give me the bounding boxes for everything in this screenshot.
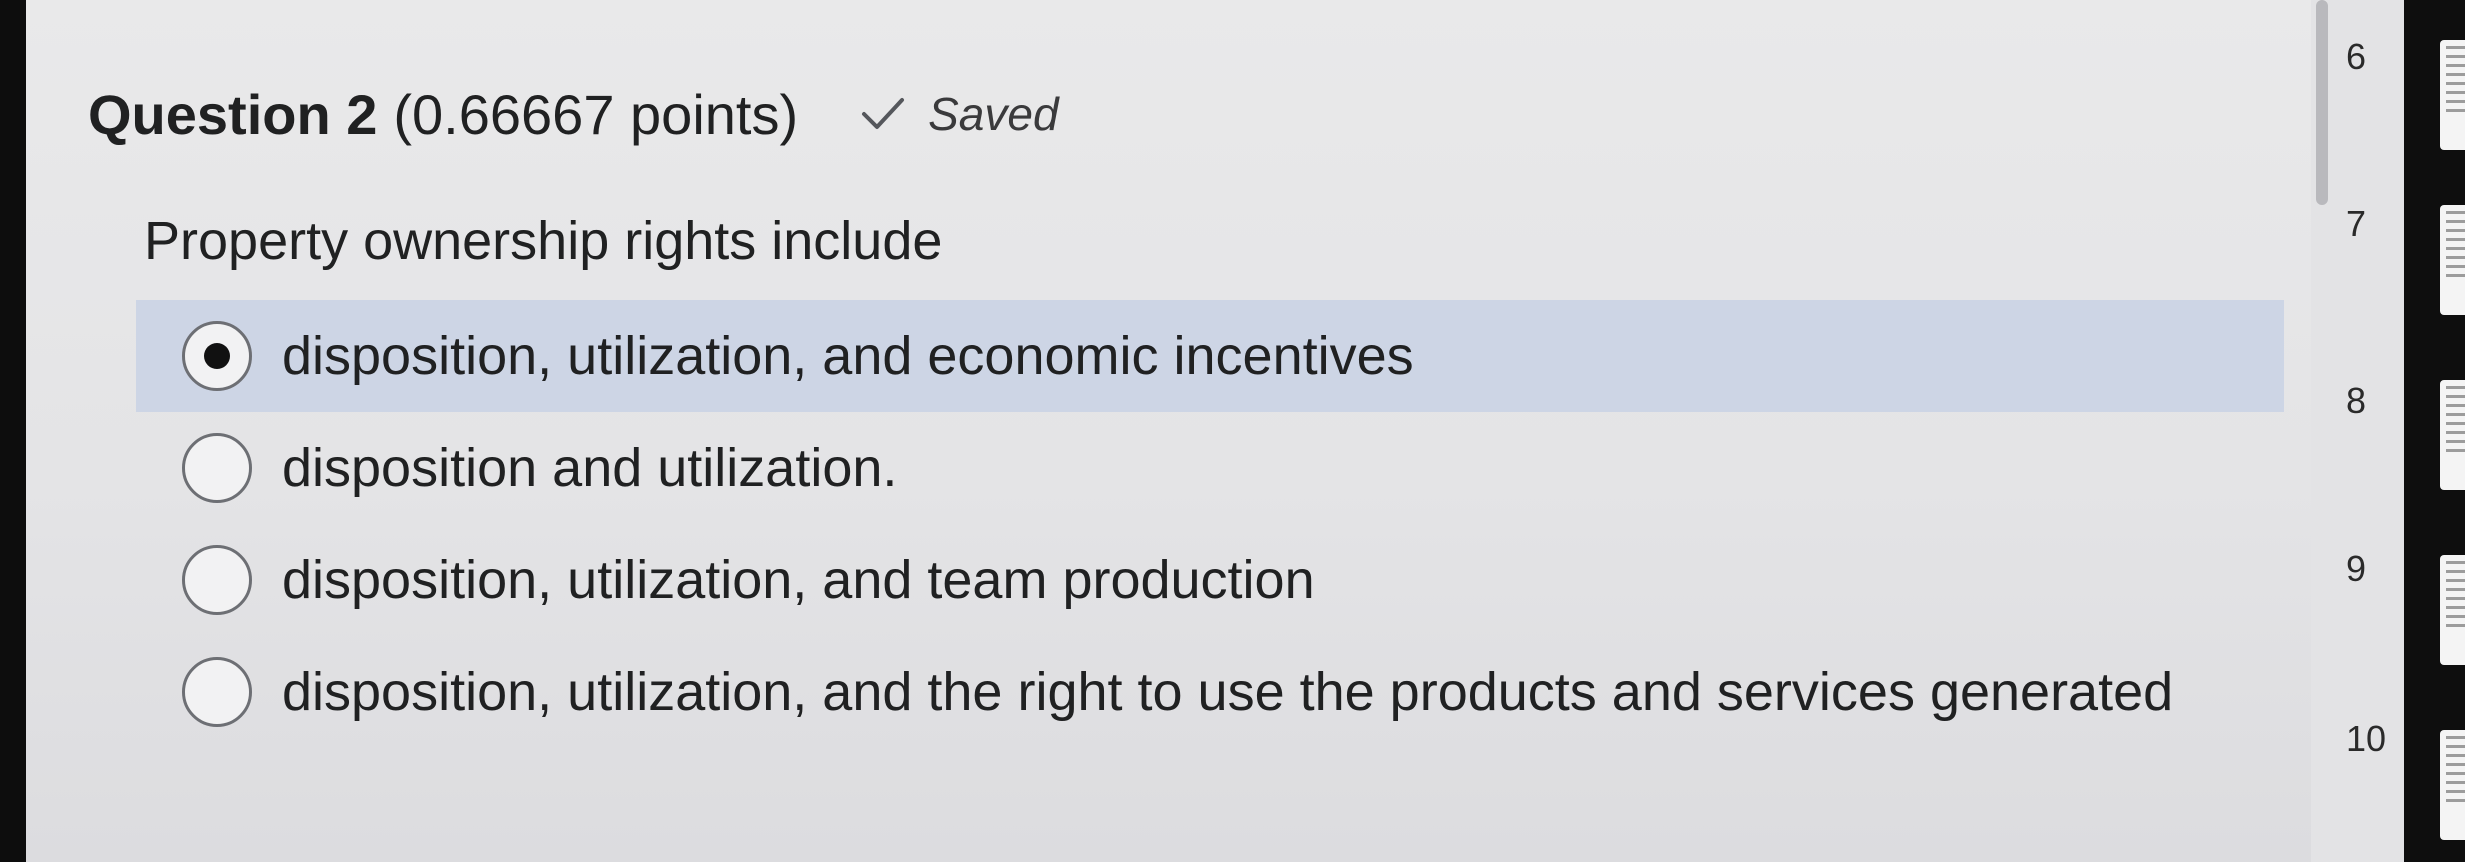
answer-option-label[interactable]: disposition, utilization, and team produ… (282, 549, 1315, 611)
checkmark-icon (862, 98, 905, 129)
question-title: Question 2 (88, 83, 378, 146)
answer-option-2[interactable]: disposition and utilization. (144, 412, 2284, 524)
question-text: Property ownership rights include (144, 211, 943, 271)
answer-option-3[interactable]: disposition, utilization, and team produ… (144, 524, 2284, 636)
question-nav-10[interactable]: 10 (2346, 718, 2386, 760)
answer-option-label[interactable]: disposition and utilization. (282, 437, 897, 499)
question-panel: Question 2 (0.66667 points) Saved Proper… (26, 0, 2311, 862)
radio-button-selected[interactable] (182, 321, 252, 391)
answer-option-4[interactable]: disposition, utilization, and the right … (144, 636, 2284, 748)
radio-dot (204, 343, 230, 369)
answer-option-1[interactable]: disposition, utilization, and economic i… (136, 300, 2284, 412)
answer-options: disposition, utilization, and economic i… (136, 300, 2284, 748)
question-points: (0.66667 points) (393, 83, 799, 146)
quiz-screen: Question 2 (0.66667 points) Saved Proper… (26, 0, 2465, 862)
scrollbar[interactable] (2316, 0, 2328, 205)
page-thumbnail[interactable] (2440, 380, 2465, 490)
page-thumbnail[interactable] (2440, 205, 2465, 315)
answer-option-label[interactable]: disposition, utilization, and economic i… (282, 325, 1414, 387)
radio-button[interactable] (182, 545, 252, 615)
answer-option-label[interactable]: disposition, utilization, and the right … (282, 661, 2173, 723)
page-thumbnail[interactable] (2440, 40, 2465, 150)
question-nav-6[interactable]: 6 (2346, 36, 2366, 78)
question-nav-8[interactable]: 8 (2346, 380, 2366, 422)
question-header: Question 2 (0.66667 points) Saved (88, 82, 1059, 147)
question-nav-9[interactable]: 9 (2346, 548, 2366, 590)
question-nav-7[interactable]: 7 (2346, 203, 2366, 245)
page-thumbnail[interactable] (2440, 555, 2465, 665)
radio-button[interactable] (182, 657, 252, 727)
page-thumbnail[interactable] (2440, 730, 2465, 840)
radio-button[interactable] (182, 433, 252, 503)
saved-label: Saved (928, 88, 1059, 140)
saved-status: Saved (860, 87, 1059, 141)
